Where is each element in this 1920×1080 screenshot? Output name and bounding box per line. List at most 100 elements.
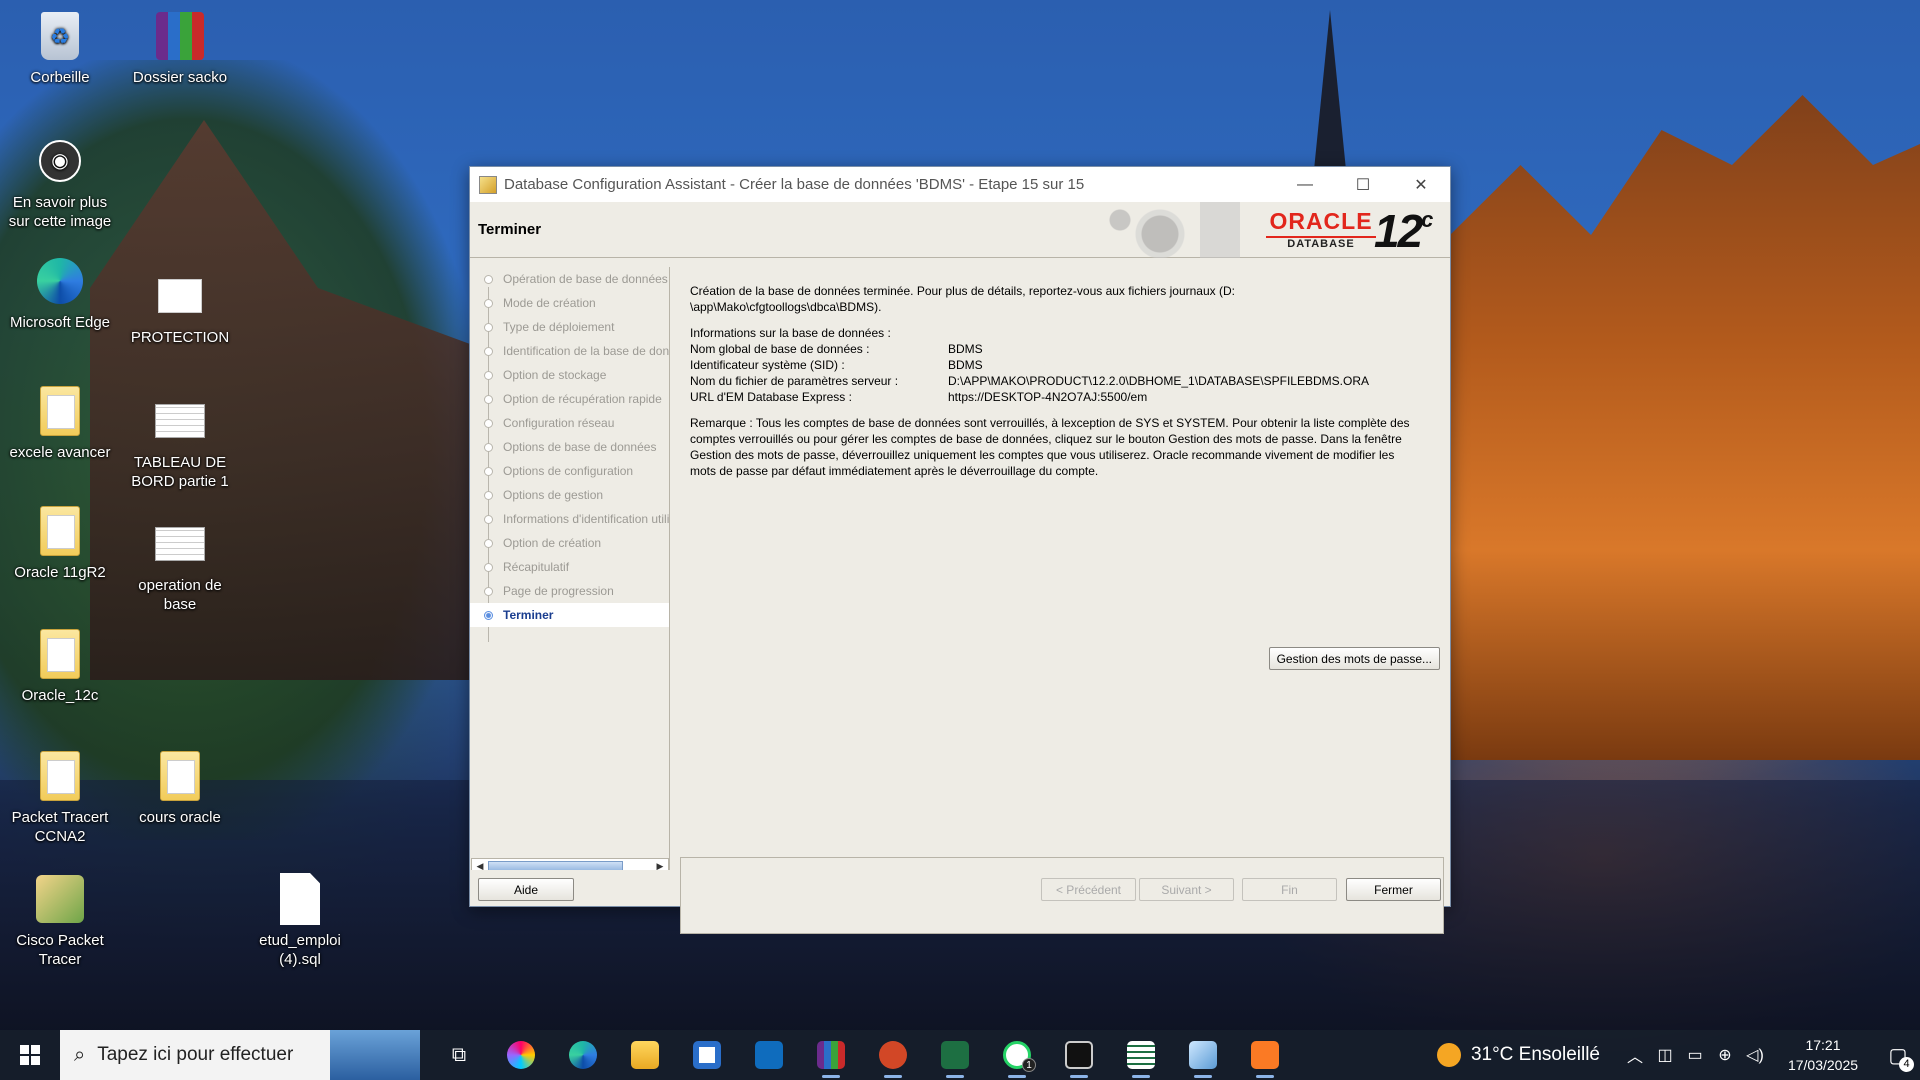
close-button[interactable]: ✕	[1392, 167, 1450, 202]
whatsapp-badge: 1	[1022, 1058, 1036, 1072]
step-dot-icon	[484, 299, 493, 308]
scroll-thumb[interactable]	[488, 861, 623, 870]
dialog-titlebar[interactable]: Database Configuration Assistant - Créer…	[470, 167, 1450, 202]
scroll-right-arrow-icon[interactable]: ▶	[653, 859, 667, 870]
taskbar-powerpoint[interactable]	[862, 1030, 924, 1080]
desktop-icon-cisco-packet-tracer[interactable]: Cisco Packet Tracer	[5, 873, 115, 969]
step-item[interactable]: Configuration réseau	[470, 411, 669, 435]
step-item[interactable]: Informations d'identification utilisateu…	[470, 507, 669, 531]
remark-text-line: mots de passe par défaut immédiatement a…	[690, 464, 1099, 478]
step-item[interactable]: Options de gestion	[470, 483, 669, 507]
step-dot-icon	[484, 491, 493, 500]
taskbar-terminal[interactable]	[1048, 1030, 1110, 1080]
oracle-brand: ORACLE	[1269, 208, 1373, 234]
desktop-icon-edge[interactable]: Microsoft Edge	[5, 255, 115, 332]
intro-text-line: Création de la base de données terminée.…	[690, 284, 1235, 298]
task-view-icon: ⧉	[451, 1043, 467, 1066]
network-globe-icon[interactable]: ⊕	[1710, 1045, 1740, 1065]
outlook-icon	[755, 1041, 783, 1069]
volume-icon[interactable]: ◁)	[1740, 1045, 1770, 1065]
step-item-active[interactable]: Terminer	[470, 603, 669, 627]
minimize-button[interactable]: —	[1276, 167, 1334, 202]
remark-text-line: Remarque : Tous les comptes de base de d…	[690, 416, 1410, 430]
camera-icon[interactable]: ◫	[1650, 1045, 1680, 1065]
desktop-icon-label: Corbeille	[30, 69, 90, 86]
spreadsheet-icon	[155, 404, 205, 438]
desktop-icon-label: Dossier sacko	[132, 69, 228, 86]
desktop-icon-label: excele avancer	[9, 444, 111, 461]
previous-button[interactable]: < Précédent	[1041, 878, 1136, 901]
folder-icon	[40, 386, 80, 436]
info-row: Nom du fichier de paramètres serveur : D:…	[690, 374, 1369, 388]
step-item[interactable]: Type de déploiement	[470, 315, 669, 339]
weather-widget[interactable]: 31°C Ensoleillé	[1436, 1043, 1600, 1067]
taskbar-copilot[interactable]	[490, 1030, 552, 1080]
chevron-up-icon[interactable]: ︿	[1620, 1043, 1650, 1067]
start-button[interactable]	[0, 1030, 60, 1080]
clock[interactable]: 17:21 17/03/2025	[1778, 1035, 1868, 1075]
step-dot-icon	[484, 395, 493, 404]
maximize-button[interactable]: ☐	[1334, 167, 1392, 202]
task-view-button[interactable]: ⧉	[428, 1030, 490, 1080]
password-management-button[interactable]: Gestion des mots de passe...	[1268, 647, 1440, 670]
info-row: Nom global de base de données : BDMS	[690, 342, 983, 356]
step-item[interactable]: Options de configuration	[470, 459, 669, 483]
desktop-icon-excele-avancer[interactable]: excele avancer	[5, 385, 115, 462]
step-item[interactable]: Option de création	[470, 531, 669, 555]
taskbar-store[interactable]	[676, 1030, 738, 1080]
next-button[interactable]: Suivant >	[1139, 878, 1234, 901]
step-item[interactable]: Mode de création	[470, 291, 669, 315]
spreadsheet-icon	[1127, 1041, 1155, 1069]
desktop-icon-etud-emploi[interactable]: etud_emploi (4).sql	[245, 873, 355, 969]
taskbar-file-explorer[interactable]	[614, 1030, 676, 1080]
scroll-left-arrow-icon[interactable]: ◀	[473, 859, 487, 870]
terminal-icon	[1065, 1041, 1093, 1069]
powerpoint-icon	[879, 1041, 907, 1069]
step-dot-icon	[484, 371, 493, 380]
finish-content: Création de la base de données terminée.…	[690, 283, 1440, 489]
step-item[interactable]: Identification de la base de données	[470, 339, 669, 363]
step-dot-icon	[484, 563, 493, 572]
step-item[interactable]: Option de récupération rapide	[470, 387, 669, 411]
desktop-icon-corbeille[interactable]: ♻ Corbeille	[5, 10, 115, 87]
taskbar-xampp[interactable]	[1234, 1030, 1296, 1080]
desktop-icon-tableau-de-bord[interactable]: TABLEAU DE BORD partie 1	[125, 395, 235, 491]
desktop-icon-dossier-sacko[interactable]: Dossier sacko	[125, 10, 235, 87]
taskbar-excel[interactable]	[924, 1030, 986, 1080]
dbca-dialog: Database Configuration Assistant - Créer…	[469, 166, 1451, 934]
taskbar-winrar[interactable]	[800, 1030, 862, 1080]
installer-icon	[1189, 1041, 1217, 1069]
desktop-icon-label: Oracle 11gR2	[14, 564, 106, 581]
step-item[interactable]: Opération de base de données	[470, 267, 669, 291]
close-dialog-button[interactable]: Fermer	[1346, 878, 1441, 901]
copilot-icon	[507, 1041, 535, 1069]
notification-center-button[interactable]: ▢ 4	[1876, 1030, 1920, 1080]
finish-button[interactable]: Fin	[1242, 878, 1337, 901]
oracle-logo: ORACLE DATABASE	[1266, 208, 1376, 250]
taskbar-outlook[interactable]	[738, 1030, 800, 1080]
taskbar-whatsapp[interactable]: 1	[986, 1030, 1048, 1080]
taskbar-sheet-app[interactable]	[1110, 1030, 1172, 1080]
desktop-icon-oracle-12c[interactable]: Oracle_12c	[5, 628, 115, 705]
step-dot-icon	[484, 419, 493, 428]
battery-icon[interactable]: ▭	[1680, 1045, 1710, 1065]
taskbar-search[interactable]: ⌕ Tapez ici pour effectuer	[60, 1030, 420, 1080]
desktop-icon-oracle-11gr2[interactable]: Oracle 11gR2	[5, 505, 115, 582]
step-item[interactable]: Options de base de données	[470, 435, 669, 459]
desktop-icon-spotlight-info[interactable]: ◉ En savoir plus sur cette image	[5, 135, 115, 231]
steps-horizontal-scrollbar[interactable]: ◀ ▶	[471, 858, 669, 870]
edge-browser-icon	[37, 258, 83, 304]
desktop-icon-packet-tracert[interactable]: Packet Tracert CCNA2	[5, 750, 115, 846]
taskbar-edge[interactable]	[552, 1030, 614, 1080]
taskbar-dbca[interactable]	[1172, 1030, 1234, 1080]
help-button[interactable]: Aide	[478, 878, 574, 901]
desktop-icon-cours-oracle[interactable]: cours oracle	[125, 750, 235, 827]
desktop-icon-protection[interactable]: PROTECTION	[125, 270, 235, 347]
desktop-icon-operation-de-base[interactable]: operation de base	[125, 518, 235, 614]
step-item[interactable]: Page de progression	[470, 579, 669, 603]
desktop-icon-label: etud_emploi (4).sql	[259, 932, 341, 968]
step-item[interactable]: Option de stockage	[470, 363, 669, 387]
desktop-icon-label: En savoir plus sur cette image	[8, 194, 112, 230]
winrar-icon	[817, 1041, 845, 1069]
step-item[interactable]: Récapitulatif	[470, 555, 669, 579]
